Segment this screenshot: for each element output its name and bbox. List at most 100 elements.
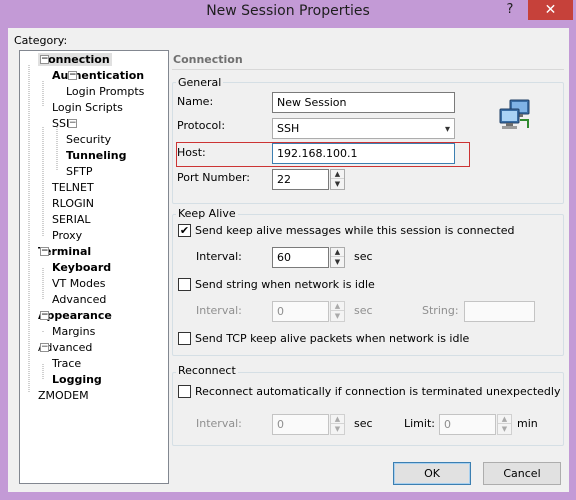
tree-item-proxy[interactable]: Proxy	[52, 228, 82, 243]
port-field[interactable]: 22	[272, 169, 329, 190]
tree-item-login-scripts[interactable]: Login Scripts	[52, 100, 123, 115]
host-label: Host:	[177, 146, 206, 159]
string-field[interactable]	[464, 301, 535, 322]
cancel-button[interactable]: Cancel	[483, 462, 561, 485]
reconnect-sec-label: sec	[354, 417, 373, 430]
tree-item-rlogin[interactable]: RLOGIN	[52, 196, 94, 211]
port-down-arrow-icon[interactable]: ▼	[331, 180, 344, 189]
tree-item-label: Tunneling	[66, 149, 127, 162]
tree-item-label: Login Prompts	[66, 85, 145, 98]
tree-collapse-icon[interactable]: −	[68, 71, 77, 80]
name-field[interactable]: New Session	[272, 92, 455, 113]
send-string-label[interactable]: Send string when network is idle	[195, 278, 375, 291]
category-tree[interactable]: − Connection − Authentication Login Prompts L…	[19, 50, 169, 484]
tree-item-label: Appearance	[38, 309, 112, 322]
reconnect-interval-down-arrow-icon[interactable]: ▼	[331, 425, 344, 434]
keep-alive-group-title: Keep Alive	[176, 207, 238, 220]
reconnect-limit-label: Limit:	[404, 417, 435, 430]
tree-item-margins[interactable]: Margins	[52, 324, 95, 339]
tree-item-label: TELNET	[52, 181, 94, 194]
reconnect-interval-spinner[interactable]: ▲ ▼	[330, 414, 345, 435]
send-keep-alive-label[interactable]: Send keep alive messages while this sess…	[195, 224, 515, 237]
send-string-down-arrow-icon[interactable]: ▼	[331, 312, 344, 321]
tree-item-appearance[interactable]: − Appearance	[38, 308, 112, 323]
tree-collapse-icon[interactable]: −	[40, 247, 49, 256]
send-string-up-arrow-icon[interactable]: ▲	[331, 302, 344, 311]
port-label: Port Number:	[177, 171, 251, 184]
tree-item-vt-modes[interactable]: VT Modes	[52, 276, 105, 291]
tree-collapse-icon[interactable]: −	[40, 343, 49, 352]
tree-item-authentication[interactable]: − Authentication	[52, 68, 144, 83]
tree-item-label: Advanced	[52, 293, 107, 306]
dialog-window: New Session Properties ? ✕ Category: − Co…	[0, 0, 576, 500]
help-button[interactable]: ?	[496, 0, 524, 20]
host-field[interactable]: 192.168.100.1	[272, 143, 455, 164]
tree-item-terminal[interactable]: − Terminal	[38, 244, 91, 259]
general-group-title: General	[176, 76, 224, 89]
reconnect-interval-up-arrow-icon[interactable]: ▲	[331, 415, 344, 424]
send-string-interval-spinner[interactable]: ▲ ▼	[330, 301, 345, 322]
title-bar[interactable]: New Session Properties ? ✕	[0, 0, 576, 26]
protocol-select-value: SSH	[277, 122, 300, 135]
tree-collapse-icon[interactable]: −	[40, 311, 49, 320]
keep-alive-up-arrow-icon[interactable]: ▲	[331, 248, 344, 257]
tree-item-connection[interactable]: − Connection	[38, 52, 112, 67]
tree-collapse-icon[interactable]: −	[40, 55, 49, 64]
auto-reconnect-checkbox[interactable]	[178, 385, 191, 398]
reconnect-limit-down-arrow-icon[interactable]: ▼	[498, 425, 511, 434]
string-label: String:	[422, 304, 459, 317]
port-up-arrow-icon[interactable]: ▲	[331, 170, 344, 179]
tree-item-label: Margins	[52, 325, 96, 338]
tree-item-security[interactable]: Security	[66, 132, 111, 147]
tree-item-keyboard[interactable]: Keyboard	[52, 260, 111, 275]
reconnect-interval-field[interactable]: 0	[272, 414, 329, 435]
category-label: Category:	[14, 34, 68, 47]
tree-item-advanced[interactable]: − Advanced	[38, 340, 92, 355]
send-string-checkbox[interactable]	[178, 278, 191, 291]
reconnect-limit-up-arrow-icon[interactable]: ▲	[498, 415, 511, 424]
send-keep-alive-checkbox[interactable]: ✔	[178, 224, 191, 237]
tree-item-sftp[interactable]: SFTP	[66, 164, 92, 179]
tcp-keep-alive-label[interactable]: Send TCP keep alive packets when network…	[195, 332, 469, 345]
tree-item-logging[interactable]: Logging	[52, 372, 102, 387]
tree-item-label: SERIAL	[52, 213, 91, 226]
reconnect-group-title: Reconnect	[176, 364, 238, 377]
tree-item-label: Authentication	[52, 69, 145, 82]
panel-header: Connection	[173, 53, 243, 66]
chevron-down-icon: ▾	[444, 124, 450, 135]
keep-alive-interval-field[interactable]: 60	[272, 247, 329, 268]
tree-item-advanced[interactable]: Advanced	[52, 292, 106, 307]
tree-item-trace[interactable]: Trace	[52, 356, 81, 371]
tree-item-telnet[interactable]: TELNET	[52, 180, 94, 195]
tree-item-label: Proxy	[52, 229, 83, 242]
name-label: Name:	[177, 95, 214, 108]
tree-item-tunneling[interactable]: Tunneling	[66, 148, 127, 163]
network-computer-icon	[499, 99, 530, 129]
port-spinner[interactable]: ▲ ▼	[330, 169, 345, 190]
keep-alive-down-arrow-icon[interactable]: ▼	[331, 258, 344, 267]
reconnect-limit-field[interactable]: 0	[439, 414, 496, 435]
tree-item-zmodem[interactable]: ZMODEM	[38, 388, 89, 403]
tree-item-label: ZMODEM	[38, 389, 89, 402]
close-button[interactable]: ✕	[528, 0, 573, 20]
tree-item-serial[interactable]: SERIAL	[52, 212, 90, 227]
keep-alive-interval-spinner[interactable]: ▲ ▼	[330, 247, 345, 268]
auto-reconnect-label[interactable]: Reconnect automatically if connection is…	[195, 385, 560, 398]
keep-alive-sec-label: sec	[354, 250, 373, 263]
send-string-interval-field[interactable]: 0	[272, 301, 329, 322]
reconnect-limit-spinner[interactable]: ▲ ▼	[497, 414, 512, 435]
tree-item-login-prompts[interactable]: Login Prompts	[66, 84, 144, 99]
tree-item-label: SFTP	[66, 165, 93, 178]
tree-item-label: Security	[66, 133, 112, 146]
tree-collapse-icon[interactable]: −	[68, 119, 77, 128]
tree-item-label: Keyboard	[52, 261, 112, 274]
tree-item-ssh[interactable]: − SSH	[52, 116, 77, 131]
tree-item-label: Login Scripts	[52, 101, 123, 114]
keep-alive-interval-label: Interval:	[196, 250, 242, 263]
tcp-keep-alive-checkbox[interactable]	[178, 332, 191, 345]
protocol-label: Protocol:	[177, 119, 226, 132]
protocol-select[interactable]: SSH ▾	[272, 118, 455, 139]
send-string-sec-label: sec	[354, 304, 373, 317]
reconnect-min-label: min	[517, 417, 538, 430]
ok-button[interactable]: OK	[393, 462, 471, 485]
